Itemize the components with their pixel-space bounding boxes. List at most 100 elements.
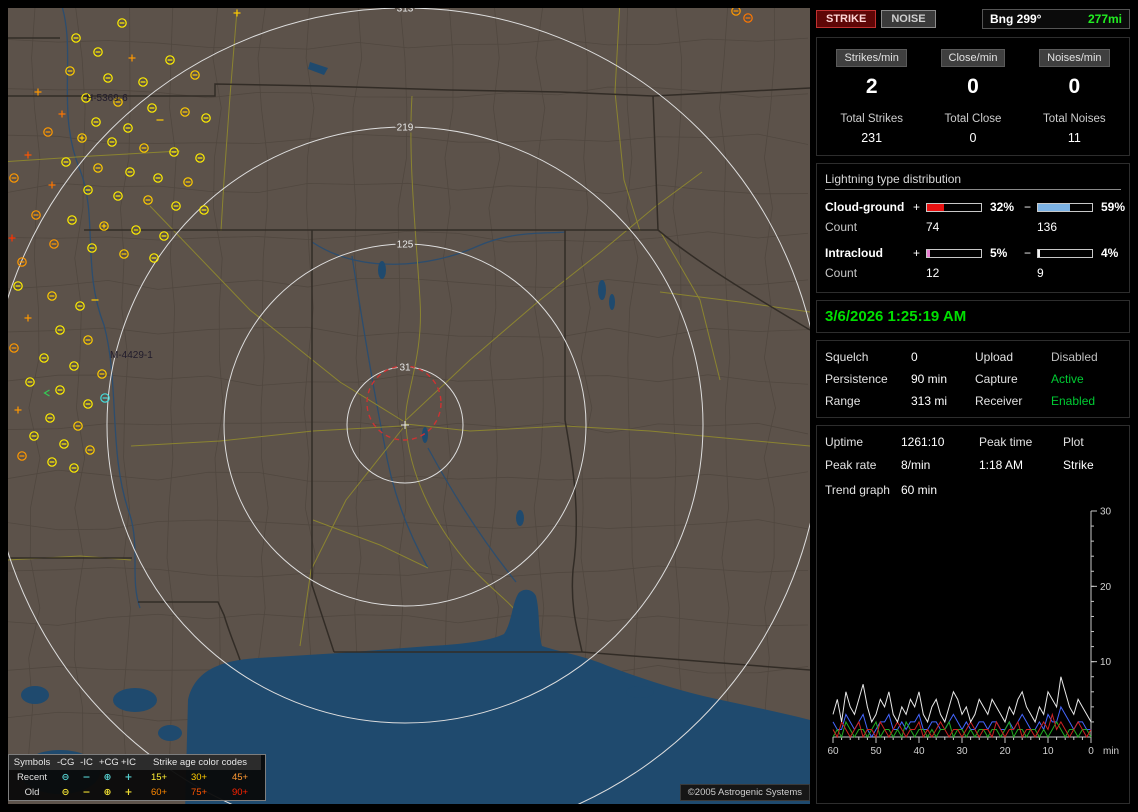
ring-distance-label: 125: [397, 240, 414, 251]
bearing-value: Bng 299°: [990, 12, 1042, 26]
rate-stats-section: Strikes/min 2 Total Strikes 231 Close/mi…: [816, 37, 1130, 156]
x-tick-label: 40: [913, 746, 925, 757]
receiver-status-section: Squelch 0 Upload Disabled Persistence 90…: [816, 340, 1130, 418]
squelch-value: 0: [911, 350, 918, 364]
plot-label: Plot: [1063, 435, 1084, 449]
total-strikes-value: 231: [861, 131, 883, 145]
legend-age-code: 30+: [190, 772, 208, 783]
legend-age-code: 75+: [190, 787, 208, 798]
count-label: Count: [825, 266, 858, 280]
trend-graph-label: Trend graph: [825, 483, 890, 497]
x-tick-label: 50: [870, 746, 882, 757]
distribution-title: Lightning type distribution: [825, 172, 1121, 190]
x-tick-label: 30: [956, 746, 968, 757]
cg-positive-bar: [926, 202, 982, 212]
cg-negative-count: 136: [1037, 220, 1058, 234]
legend-age-code: 90+: [231, 787, 249, 798]
strikes-per-min-header: Strikes/min: [836, 49, 907, 67]
session-section: Uptime 1261:10 Peak time Plot Peak rate …: [816, 425, 1130, 804]
y-tick-label: 20: [1100, 582, 1112, 593]
lightning-map[interactable]: 313 219 125 31 H-5369-6 M-4429-1 Symbols -CG -I…: [8, 8, 810, 804]
receiver-value: Enabled: [1051, 394, 1096, 408]
legend-symbol-glyph: ⊕: [103, 772, 112, 783]
legend-age-code: 60+: [150, 787, 168, 798]
lightning-monitor-app: 313 219 125 31 H-5369-6 M-4429-1 Symbols -CG -I…: [0, 0, 1138, 812]
legend-symbol-glyph: ⊕: [103, 787, 112, 798]
bearing-display: Bng 299° 277mi: [982, 9, 1130, 29]
intracloud-count-row: Count 12 9: [825, 266, 1121, 280]
legend-row-label: Old: [24, 787, 40, 798]
noise-button[interactable]: NOISE: [881, 10, 936, 28]
map-canvas[interactable]: 313 219 125 31 H-5369-6 M-4429-1: [8, 8, 810, 804]
peak-time-label: Peak time: [979, 435, 1033, 449]
receiver-label: Receiver: [975, 394, 1023, 408]
close-column: Close/min 0 Total Close 0: [922, 48, 1023, 145]
legend-age-code: 15+: [150, 772, 168, 783]
upload-value: Disabled: [1051, 350, 1098, 364]
x-tick-label: 60: [827, 746, 839, 757]
cg-positive-count: 74: [926, 220, 940, 234]
plus-sign: +: [913, 246, 921, 260]
ring-distance-label: 31: [399, 363, 411, 374]
close-per-min-value: 0: [967, 75, 979, 98]
close-per-min-header: Close/min: [940, 49, 1006, 67]
cloud-ground-count-row: Count 74 136: [825, 220, 1121, 234]
peak-time-value: 1:18 AM: [979, 458, 1024, 472]
minus-sign: −: [1024, 246, 1032, 260]
intracloud-row: Intracloud + 5% − 4%: [825, 246, 1121, 260]
cloud-ground-label: Cloud-ground: [825, 200, 905, 214]
legend-column-header: -CG: [55, 755, 76, 770]
total-noises-label: Total Noises: [1043, 113, 1106, 125]
plot-value: Strike: [1063, 458, 1094, 472]
legend-symbol-glyph: −: [82, 772, 91, 783]
ic-positive-pct: 5%: [990, 246, 1008, 260]
legend-symbol-glyph: +: [124, 787, 133, 798]
capture-label: Capture: [975, 372, 1018, 386]
range-value: 313 mi: [911, 394, 948, 408]
ic-negative-count: 9: [1037, 266, 1044, 280]
strikes-per-min-value: 2: [865, 75, 878, 98]
strike-button[interactable]: STRIKE: [816, 10, 877, 28]
cg-negative-pct: 59%: [1101, 200, 1126, 214]
legend-symbol-glyph: ⊖: [61, 787, 70, 798]
intracloud-label: Intracloud: [825, 246, 884, 260]
range-label: Range: [825, 394, 861, 408]
legend-column-header: -IC: [76, 755, 97, 770]
ic-positive-bar: [926, 248, 982, 258]
total-close-value: 0: [969, 131, 977, 145]
trend-graph: 10 20 30 60 50 40 30 20 10 0 min: [825, 505, 1125, 761]
trend-window-value: 60 min: [901, 483, 938, 497]
peak-rate-label: Peak rate: [825, 458, 877, 472]
peak-rate-value: 8/min: [901, 458, 931, 472]
datetime-display: 3/6/2026 1:25:19 AM: [816, 300, 1130, 333]
strikes-column: Strikes/min 2 Total Strikes 231: [821, 48, 922, 145]
station-label: H-5369-6: [86, 93, 128, 104]
copyright-label: ©2005 Astrogenic Systems: [679, 784, 810, 801]
plus-sign: +: [913, 200, 921, 214]
lightning-type-section: Lightning type distribution Cloud-ground…: [816, 163, 1130, 293]
x-tick-label: 0: [1088, 746, 1094, 757]
legend-symbols-header: Symbols: [9, 755, 55, 770]
y-tick-label: 10: [1100, 657, 1112, 668]
map-legend: Symbols -CG -IC +CG +IC Strike age color code…: [8, 754, 266, 801]
trend-series-cg_positive: [832, 712, 1092, 739]
cg-positive-pct: 32%: [990, 200, 1015, 214]
legend-row-label: Recent: [16, 772, 48, 783]
legend-age-code: 45+: [231, 772, 249, 783]
ring-distance-label: 219: [397, 123, 414, 134]
legend-column-header: +CG: [97, 755, 119, 770]
persistence-value: 90 min: [911, 372, 948, 386]
uptime-label: Uptime: [825, 435, 864, 449]
x-tick-label: 20: [999, 746, 1011, 757]
ic-negative-pct: 4%: [1101, 246, 1119, 260]
total-close-label: Total Close: [944, 113, 1002, 125]
cg-negative-bar: [1037, 202, 1093, 212]
capture-value: Active: [1051, 372, 1084, 386]
noises-column: Noises/min 0 Total Noises 11: [1024, 48, 1125, 145]
squelch-label: Squelch: [825, 350, 869, 364]
upload-label: Upload: [975, 350, 1014, 364]
x-tick-label: 10: [1042, 746, 1054, 757]
station-label: M-4429-1: [110, 350, 153, 361]
legend-symbol-glyph: −: [82, 787, 91, 798]
legend-symbol-glyph: +: [124, 772, 133, 783]
